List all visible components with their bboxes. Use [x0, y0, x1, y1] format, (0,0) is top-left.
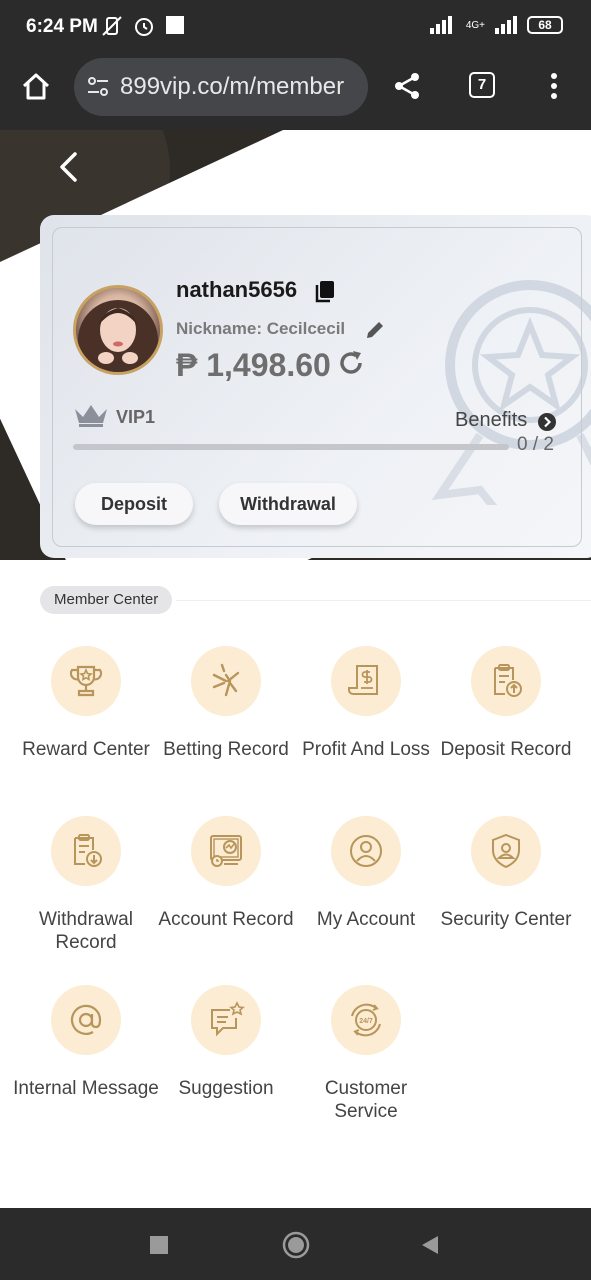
- deposit-button[interactable]: Deposit: [75, 483, 193, 525]
- refresh-icon[interactable]: [336, 348, 366, 378]
- clipboard-upload-icon: [471, 646, 541, 716]
- message-star-icon: [191, 985, 261, 1055]
- home-button[interactable]: [282, 1231, 310, 1259]
- menu-item-label: Deposit Record: [440, 739, 572, 760]
- menu-item-label: Betting Record: [163, 739, 289, 760]
- status-bar: 6:24 PM 4G+ 68: [0, 0, 591, 56]
- menu-item-label: Customer Service: [324, 1078, 408, 1122]
- alarm-icon: [135, 18, 153, 36]
- menu-item-betting-record[interactable]: Betting Record: [152, 646, 300, 761]
- support-24-7-icon: 24/7: [331, 985, 401, 1055]
- avatar[interactable]: [73, 285, 163, 375]
- withdrawal-button-label: Withdrawal: [240, 494, 336, 514]
- more-menu-icon[interactable]: [546, 72, 562, 100]
- menu-item-label: Suggestion: [178, 1078, 274, 1099]
- home-icon[interactable]: [20, 70, 52, 102]
- monitor-chart-icon: [191, 816, 261, 886]
- svg-text:24/7: 24/7: [359, 1018, 373, 1025]
- edit-pencil-icon[interactable]: [364, 319, 386, 341]
- status-time: 6:24 PM: [26, 16, 98, 37]
- menu-item-label: Security Center: [440, 909, 572, 930]
- recent-apps-button[interactable]: [150, 1236, 168, 1254]
- member-center-title: Member Center: [40, 586, 173, 614]
- menu-item-customer-service[interactable]: 24/7 Customer Service: [292, 985, 440, 1123]
- page-title: My Account: [238, 152, 353, 177]
- status-right-icons: 4G+ 68: [429, 16, 563, 34]
- address-bar[interactable]: 899vip.co/m/member: [74, 58, 368, 116]
- vip-progress-count: 0 / 2: [517, 434, 554, 455]
- signal-icon-2: [495, 16, 517, 34]
- menu-item-account-record[interactable]: Account Record: [152, 816, 300, 931]
- site-settings-icon[interactable]: [86, 76, 110, 98]
- vip-level: VIP1: [116, 407, 156, 427]
- menu-item-security-center[interactable]: Security Center: [432, 816, 580, 931]
- signal-icon: [429, 16, 452, 34]
- menu-item-internal-message[interactable]: Internal Message: [12, 985, 160, 1100]
- menu-item-label: My Account: [316, 909, 416, 930]
- battery-icon: 68: [527, 16, 563, 34]
- user-icon: [331, 816, 401, 886]
- menu-item-withdrawal-record[interactable]: Withdrawal Record: [12, 816, 160, 954]
- chevron-right-circle-icon[interactable]: [537, 412, 557, 432]
- tab-switcher-button[interactable]: 7: [469, 72, 495, 98]
- clipboard-download-icon: [51, 816, 121, 886]
- menu-item-label: Account Record: [158, 909, 294, 930]
- menu-item-label: Internal Message: [13, 1078, 159, 1099]
- network-type: 4G+: [465, 19, 485, 31]
- menu-item-label: Withdrawal Record: [39, 909, 133, 953]
- withdrawal-button[interactable]: Withdrawal: [219, 483, 357, 525]
- benefits-link[interactable]: Benefits: [455, 409, 527, 432]
- crown-icon: [75, 405, 107, 427]
- browser-toolbar: 899vip.co/m/member 7: [0, 56, 591, 130]
- deposit-button-label: Deposit: [100, 494, 167, 514]
- menu-item-deposit-record[interactable]: Deposit Record: [432, 646, 580, 761]
- trophy-icon: [51, 646, 121, 716]
- vip-progress-bar: [73, 444, 509, 450]
- sparkle-icon: [191, 646, 261, 716]
- menu-item-profit-and-loss[interactable]: Profit And Loss: [292, 646, 440, 761]
- system-nav-bar: [0, 1208, 591, 1280]
- battery-level: 68: [538, 18, 552, 32]
- at-sign-icon: [51, 985, 121, 1055]
- balance-amount: ₱ 1,498.60: [176, 347, 331, 383]
- vibrate-off-icon: [102, 16, 122, 36]
- shield-user-icon: [471, 816, 541, 886]
- menu-item-label: Reward Center: [22, 739, 150, 760]
- menu-item-reward-center[interactable]: Reward Center: [12, 646, 160, 761]
- account-card: nathan5656 Nickname: Cecilcecil ₱ 1,498.…: [40, 215, 591, 558]
- image-notification-icon: [166, 16, 184, 34]
- receipt-dollar-icon: [331, 646, 401, 716]
- member-center-divider: [176, 600, 591, 601]
- back-button[interactable]: [420, 1234, 440, 1256]
- menu-item-my-account[interactable]: My Account: [292, 816, 440, 931]
- app-root: 6:24 PM 4G+ 68 899vip.co/m/member 7 My A…: [0, 0, 591, 1280]
- menu-item-suggestion[interactable]: Suggestion: [152, 985, 300, 1100]
- username: nathan5656: [176, 277, 298, 302]
- status-notification-icons: [100, 14, 186, 38]
- url-text: 899vip.co/m/member: [120, 73, 345, 100]
- share-icon[interactable]: [391, 70, 423, 102]
- avatar-image: [78, 300, 158, 372]
- tab-count: 7: [477, 76, 487, 93]
- copy-icon[interactable]: [314, 279, 336, 303]
- nickname: Nickname: Cecilcecil: [176, 319, 346, 338]
- menu-item-label: Profit And Loss: [302, 739, 430, 760]
